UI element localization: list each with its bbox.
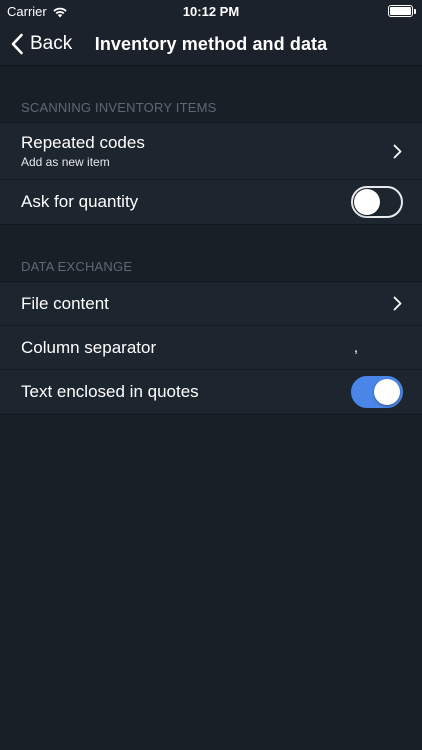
battery-icon [388, 5, 416, 17]
row-ask-for-quantity: Ask for quantity [0, 180, 422, 224]
screen: Carrier 10:12 PM Inventory method and da… [0, 0, 422, 750]
section-header-data-exchange: DATA EXCHANGE [21, 259, 133, 274]
chevron-right-icon [393, 144, 402, 159]
column-separator-value: , [353, 339, 358, 356]
row-repeated-codes[interactable]: Repeated codes Add as new item [0, 123, 422, 180]
scanning-group: Repeated codes Add as new item Ask for q… [0, 122, 422, 225]
section-header-scanning: SCANNING INVENTORY ITEMS [21, 100, 217, 115]
row-file-content[interactable]: File content [0, 282, 422, 326]
toggle-knob [354, 189, 380, 215]
row-column-separator[interactable]: Column separator , [0, 326, 422, 370]
repeated-codes-label: Repeated codes [21, 133, 145, 152]
status-bar: Carrier 10:12 PM [0, 0, 422, 22]
status-time: 10:12 PM [182, 4, 240, 19]
ask-for-quantity-toggle[interactable] [351, 186, 403, 218]
back-label: Back [30, 33, 73, 54]
back-button[interactable]: Back [10, 22, 72, 66]
navigation-bar: Inventory method and data Back [0, 22, 422, 66]
repeated-codes-value: Add as new item [21, 155, 110, 169]
toggle-knob [374, 379, 400, 405]
row-text-enclosed-in-quotes: Text enclosed in quotes [0, 370, 422, 414]
data-exchange-group: File content Column separator , Text enc… [0, 281, 422, 415]
chevron-right-icon [393, 296, 402, 311]
file-content-label: File content [21, 294, 109, 313]
column-separator-label: Column separator [21, 338, 157, 357]
chevron-left-icon [11, 33, 23, 55]
text-enclosed-in-quotes-label: Text enclosed in quotes [21, 382, 199, 401]
text-enclosed-in-quotes-toggle[interactable] [351, 376, 403, 408]
ask-for-quantity-label: Ask for quantity [21, 192, 139, 211]
